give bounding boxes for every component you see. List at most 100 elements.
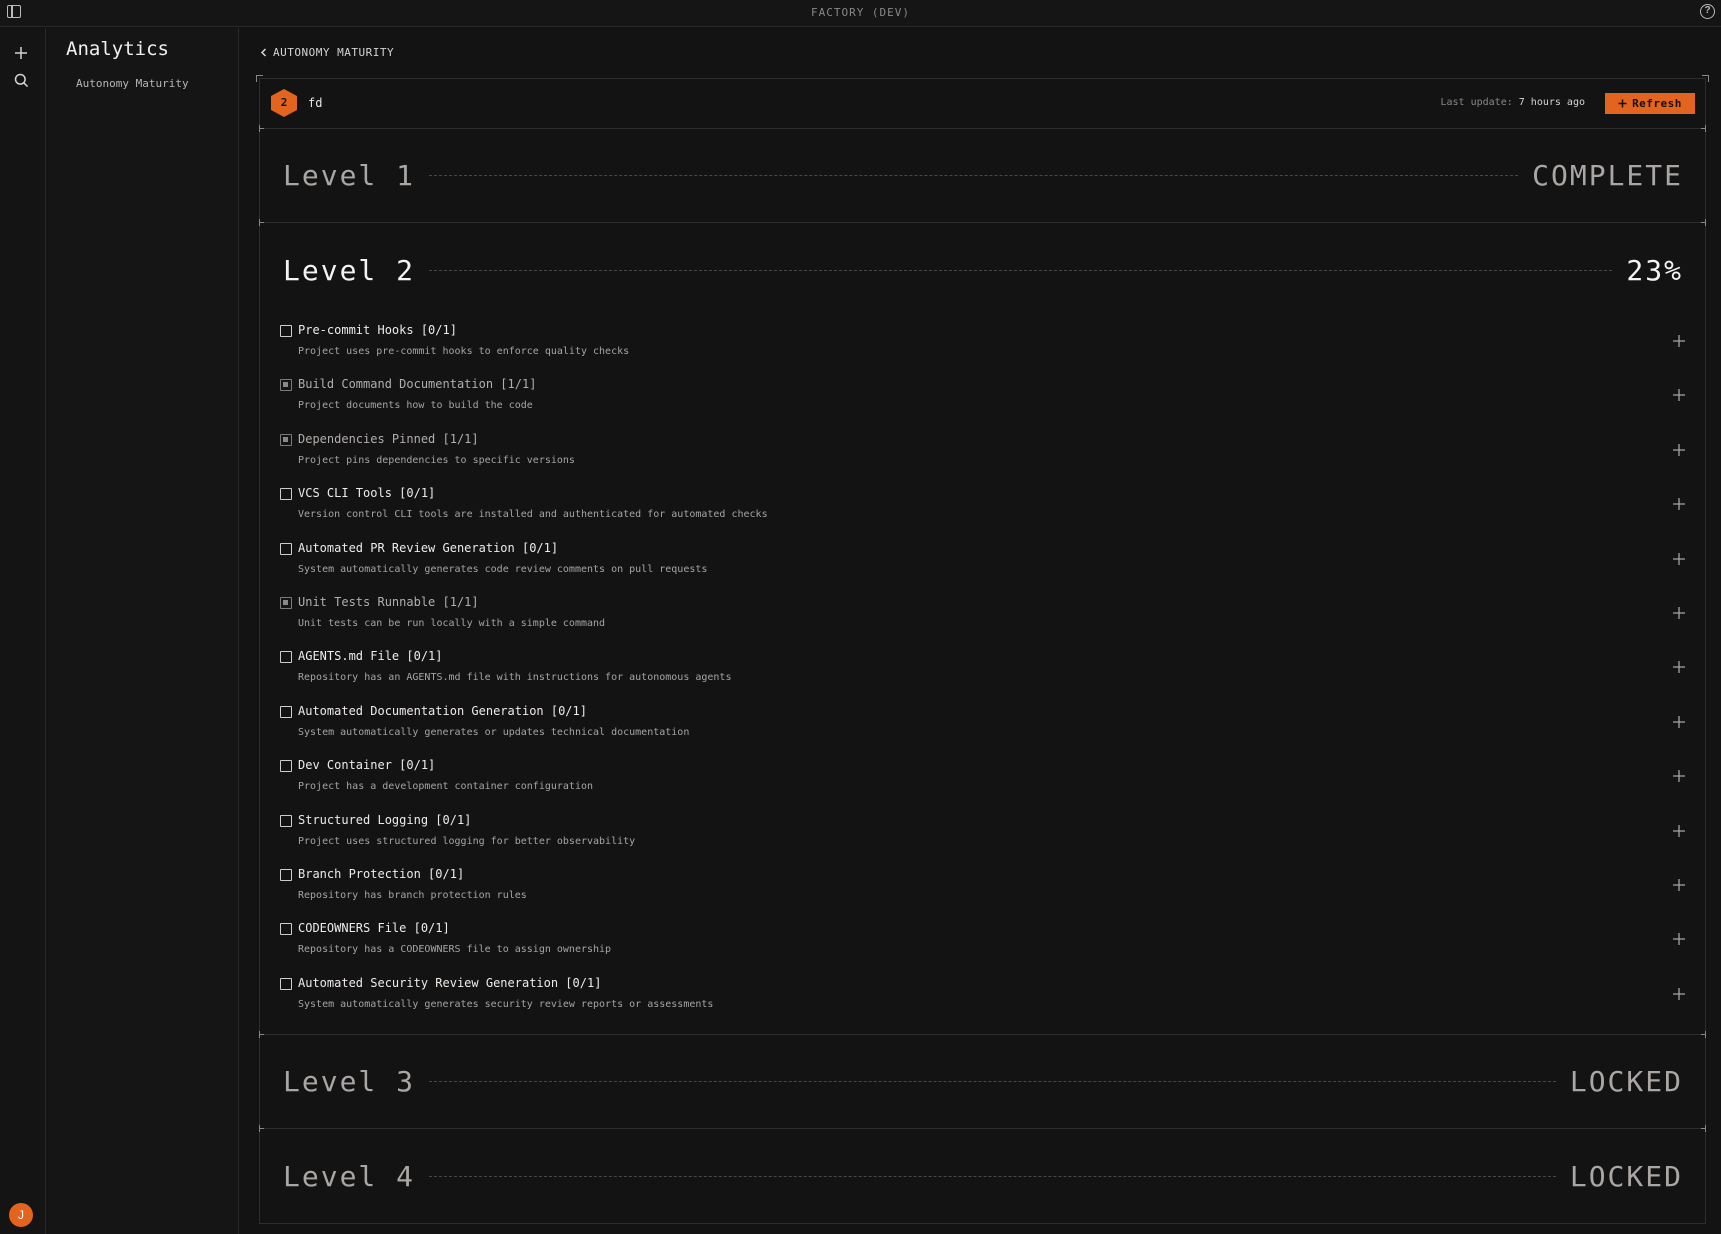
level-3-row[interactable]: Level 3 LOCKED bbox=[259, 1031, 1706, 1130]
expand-plus-icon[interactable] bbox=[1671, 387, 1687, 403]
user-avatar[interactable]: J bbox=[9, 1203, 33, 1227]
criteria-label: Unit Tests Runnable [1/1] bbox=[298, 594, 479, 609]
level-2-section: Level 2 23% Pre-commit Hooks [0/1] Projec… bbox=[259, 219, 1706, 1036]
checkbox[interactable] bbox=[280, 923, 292, 936]
checkbox[interactable] bbox=[280, 325, 292, 337]
level-name: Level 4 bbox=[283, 1159, 416, 1193]
criteria-item: Automated PR Review Generation [0/1] Syst… bbox=[280, 535, 1705, 589]
window-title: FACTORY (DEV) bbox=[810, 6, 911, 19]
dotted-leader bbox=[429, 1175, 1556, 1177]
checkbox[interactable] bbox=[280, 977, 292, 990]
breadcrumb-label: AUTONOMY MATURITY bbox=[273, 46, 395, 59]
criteria-description: Version control CLI tools are installed … bbox=[298, 509, 768, 521]
criteria-item: Build Command Documentation [1/1] Project… bbox=[280, 371, 1705, 425]
criteria-label: Dependencies Pinned [1/1] bbox=[298, 431, 479, 446]
criteria-description: System automatically generates or update… bbox=[298, 726, 690, 738]
expand-plus-icon[interactable] bbox=[1671, 496, 1687, 512]
breadcrumb[interactable]: AUTONOMY MATURITY bbox=[260, 46, 394, 59]
help-icon[interactable]: ? bbox=[1700, 4, 1715, 19]
level-badge: 2 bbox=[271, 89, 297, 117]
criteria-description: System automatically generates security … bbox=[298, 998, 714, 1010]
expand-plus-icon[interactable] bbox=[1671, 714, 1687, 730]
criteria-item: Dev Container [0/1] Project has a develop… bbox=[280, 752, 1705, 806]
criteria-item: Dependencies Pinned [1/1] Project pins de… bbox=[280, 426, 1705, 480]
criteria-label: AGENTS.md File [0/1] bbox=[298, 649, 443, 664]
criteria-label: CODEOWNERS File [0/1] bbox=[298, 921, 450, 936]
checkbox[interactable] bbox=[280, 379, 292, 392]
criteria-description: System automatically generates code revi… bbox=[298, 563, 708, 575]
level-progress: 23% bbox=[1626, 253, 1683, 287]
dotted-leader bbox=[429, 1081, 1556, 1083]
tick-mark bbox=[1701, 1128, 1706, 1130]
criteria-item: AGENTS.md File [0/1] Repository has an AG… bbox=[280, 643, 1705, 697]
sidebar-heading: Analytics bbox=[66, 38, 169, 60]
title-bar: FACTORY (DEV) ? bbox=[0, 0, 1721, 27]
tick-mark bbox=[259, 1034, 264, 1036]
plus-icon bbox=[15, 47, 27, 59]
expand-plus-icon[interactable] bbox=[1671, 877, 1687, 893]
expand-plus-icon[interactable] bbox=[1671, 659, 1687, 675]
criteria-label: Automated Documentation Generation [0/1] bbox=[298, 703, 587, 718]
repo-header: 2 fd Last update: 7 hours ago Refresh bbox=[260, 79, 1705, 129]
level-status: LOCKED bbox=[1569, 1159, 1683, 1193]
tick-mark bbox=[1701, 1034, 1706, 1036]
tick-mark bbox=[259, 128, 264, 129]
icon-rail: J bbox=[0, 28, 46, 1234]
expand-plus-icon[interactable] bbox=[1671, 605, 1687, 621]
tick-mark bbox=[259, 222, 264, 223]
expand-plus-icon[interactable] bbox=[1671, 442, 1687, 458]
level-2-row[interactable]: Level 2 23% bbox=[259, 219, 1706, 317]
expand-plus-icon[interactable] bbox=[1671, 931, 1687, 947]
criteria-description: Project uses structured logging for bett… bbox=[298, 835, 636, 847]
checkbox[interactable] bbox=[280, 488, 292, 501]
chevron-left-icon bbox=[260, 48, 267, 57]
expand-plus-icon[interactable] bbox=[1671, 768, 1687, 784]
main-content: AUTONOMY MATURITY 2 fd Last update: 7 ho… bbox=[240, 28, 1721, 1234]
criteria-label: Pre-commit Hooks [0/1] bbox=[298, 323, 457, 337]
tick-mark bbox=[1701, 222, 1706, 223]
tick-mark bbox=[259, 1128, 264, 1130]
checkbox[interactable] bbox=[280, 705, 292, 718]
expand-plus-icon[interactable] bbox=[1671, 986, 1687, 1002]
checkbox[interactable] bbox=[280, 542, 292, 555]
search-button[interactable] bbox=[10, 69, 32, 91]
checkbox[interactable] bbox=[280, 868, 292, 881]
criteria-label: Build Command Documentation [1/1] bbox=[298, 377, 537, 392]
checkbox[interactable] bbox=[280, 596, 292, 609]
expand-plus-icon[interactable] bbox=[1671, 551, 1687, 567]
repo-name: fd bbox=[308, 96, 323, 110]
level-status: COMPLETE bbox=[1532, 159, 1683, 192]
criteria-description: Repository has an AGENTS.md file with in… bbox=[298, 672, 732, 684]
criteria-description: Repository has a CODEOWNERS file to assi… bbox=[298, 944, 612, 956]
criteria-label: Automated Security Review Generation [0/… bbox=[298, 975, 602, 990]
criteria-item: Unit Tests Runnable [1/1] Unit tests can … bbox=[280, 589, 1705, 643]
criteria-item: VCS CLI Tools [0/1] Version control CLI t… bbox=[280, 480, 1705, 534]
criteria-item: Automated Security Review Generation [0/… bbox=[280, 970, 1705, 1024]
criteria-label: Dev Container [0/1] bbox=[298, 758, 436, 773]
level-4-row[interactable]: Level 4 LOCKED bbox=[259, 1125, 1706, 1223]
expand-plus-icon[interactable] bbox=[1671, 333, 1687, 349]
checkbox[interactable] bbox=[280, 760, 292, 773]
new-button[interactable] bbox=[10, 42, 32, 64]
level-name: Level 3 bbox=[283, 1065, 416, 1099]
checkbox[interactable] bbox=[280, 433, 292, 446]
criteria-item: Pre-commit Hooks [0/1] Project uses pre-c… bbox=[280, 317, 1705, 371]
criteria-description: Project has a development container conf… bbox=[298, 781, 594, 793]
level-1-row[interactable]: Level 1 COMPLETE bbox=[259, 125, 1706, 223]
criteria-item: Branch Protection [0/1] Repository has br… bbox=[280, 861, 1705, 915]
checkbox[interactable] bbox=[280, 651, 292, 664]
search-icon bbox=[14, 73, 28, 87]
sidebar-item-autonomy-maturity[interactable]: Autonomy Maturity bbox=[76, 77, 189, 90]
last-update-value: 7 hours ago bbox=[1518, 97, 1585, 108]
criteria-list: Pre-commit Hooks [0/1] Project uses pre-c… bbox=[260, 317, 1705, 1024]
refresh-button[interactable]: Refresh bbox=[1605, 93, 1695, 114]
criteria-label: Structured Logging [0/1] bbox=[298, 812, 472, 827]
last-update-label: Last update: bbox=[1440, 97, 1513, 108]
checkbox[interactable] bbox=[280, 814, 292, 827]
level-name: Level 2 bbox=[283, 253, 416, 287]
criteria-label: Automated PR Review Generation [0/1] bbox=[298, 540, 559, 555]
sidebar: Analytics Autonomy Maturity bbox=[47, 28, 239, 1234]
criteria-description: Project pins dependencies to specific ve… bbox=[298, 454, 575, 466]
expand-plus-icon[interactable] bbox=[1671, 823, 1687, 839]
criteria-description: Project uses pre-commit hooks to enforce… bbox=[298, 346, 630, 357]
